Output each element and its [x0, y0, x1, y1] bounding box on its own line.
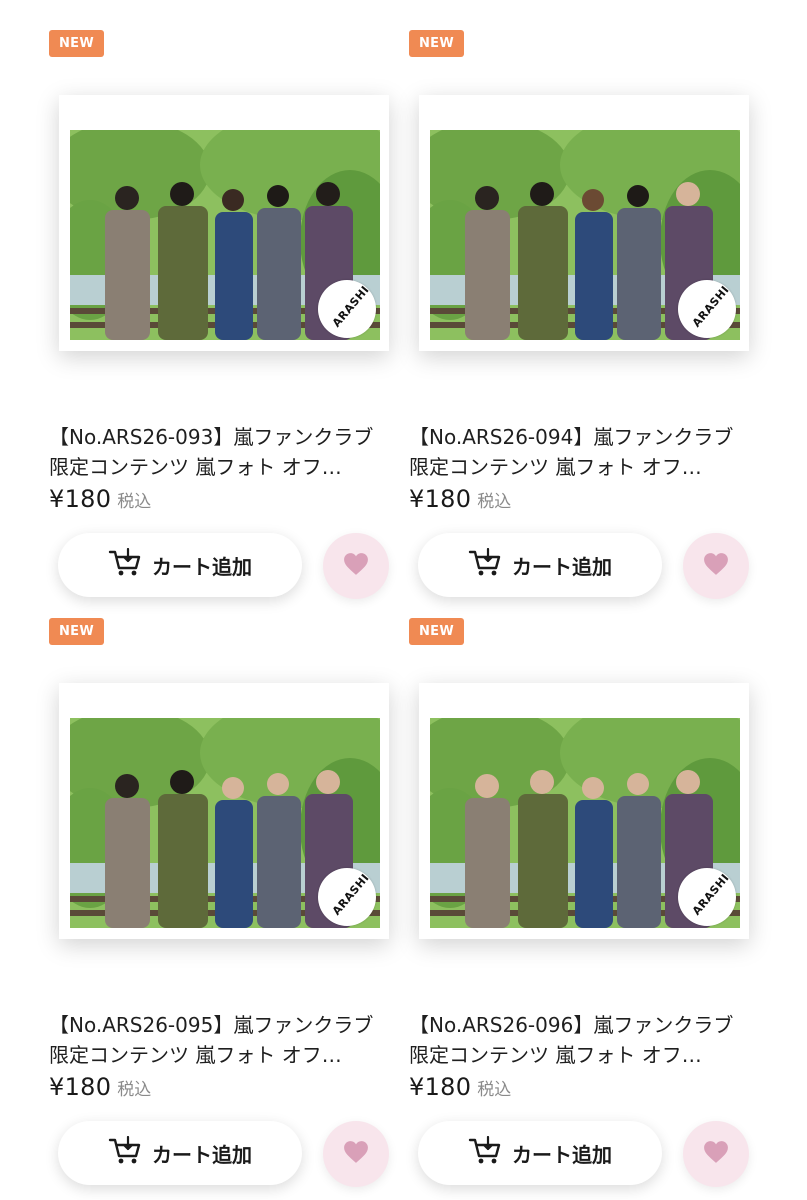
product-photo-frame[interactable]: ARASHI — [59, 683, 389, 939]
add-to-cart-button[interactable]: カート追加 — [58, 533, 302, 597]
cart-button-label: カート追加 — [512, 554, 612, 579]
cart-add-icon — [468, 1135, 502, 1170]
add-to-cart-button[interactable]: カート追加 — [58, 1121, 302, 1185]
price: ¥180 — [409, 1073, 472, 1101]
product-card[interactable]: NEW — [49, 618, 389, 1200]
price-row: ¥180 税込 — [409, 1073, 511, 1107]
product-photo-frame[interactable]: ARASHI — [419, 683, 749, 939]
favorite-button[interactable] — [683, 533, 749, 599]
product-title[interactable]: 【No.ARS26-094】嵐ファンクラブ限定コンテンツ 嵐フォト オフ… — [409, 422, 749, 482]
price: ¥180 — [49, 485, 112, 513]
new-badge: NEW — [409, 618, 464, 645]
price-row: ¥180 税込 — [49, 485, 151, 519]
product-card[interactable]: NEW — [49, 30, 389, 618]
tax-label: 税込 — [117, 1080, 152, 1100]
heart-icon — [343, 552, 369, 580]
product-grid: NEW ARASHI 【No.ARS26-093】嵐ファンクラブ限定コンテンツ … — [0, 0, 807, 1200]
new-badge: NEW — [49, 618, 104, 645]
product-title[interactable]: 【No.ARS26-096】嵐ファンクラブ限定コンテンツ 嵐フォト オフ… — [409, 1010, 749, 1070]
cart-button-label: カート追加 — [152, 554, 252, 579]
add-to-cart-button[interactable]: カート追加 — [418, 1121, 662, 1185]
product-title[interactable]: 【No.ARS26-093】嵐ファンクラブ限定コンテンツ 嵐フォト オフ… — [49, 422, 389, 482]
arashi-logo-seal: ARASHI — [678, 868, 736, 926]
price-row: ¥180 税込 — [49, 1073, 151, 1107]
favorite-button[interactable] — [323, 1121, 389, 1187]
cart-add-icon — [468, 547, 502, 582]
product-title[interactable]: 【No.ARS26-095】嵐ファンクラブ限定コンテンツ 嵐フォト オフ… — [49, 1010, 389, 1070]
price-row: ¥180 税込 — [409, 485, 511, 519]
product-photo: ARASHI — [70, 718, 380, 928]
favorite-button[interactable] — [323, 533, 389, 599]
product-card[interactable]: NEW — [409, 618, 749, 1200]
cart-add-icon — [108, 1135, 142, 1170]
cart-add-icon — [108, 547, 142, 582]
product-photo: ARASHI — [70, 130, 380, 340]
heart-icon — [703, 552, 729, 580]
product-photo-frame[interactable]: ARASHI — [419, 95, 749, 351]
heart-icon — [343, 1140, 369, 1168]
add-to-cart-button[interactable]: カート追加 — [418, 533, 662, 597]
tax-label: 税込 — [117, 492, 152, 512]
arashi-logo-seal: ARASHI — [678, 280, 736, 338]
arashi-logo-seal: ARASHI — [318, 280, 376, 338]
price: ¥180 — [409, 485, 472, 513]
product-photo-frame[interactable]: ARASHI — [59, 95, 389, 351]
new-badge: NEW — [49, 30, 104, 57]
cart-button-label: カート追加 — [512, 1142, 612, 1167]
heart-icon — [703, 1140, 729, 1168]
price: ¥180 — [49, 1073, 112, 1101]
tax-label: 税込 — [477, 492, 512, 512]
tax-label: 税込 — [477, 1080, 512, 1100]
product-card[interactable]: NEW — [409, 30, 749, 618]
cart-button-label: カート追加 — [152, 1142, 252, 1167]
arashi-logo-seal: ARASHI — [318, 868, 376, 926]
product-photo: ARASHI — [430, 130, 740, 340]
product-photo: ARASHI — [430, 718, 740, 928]
favorite-button[interactable] — [683, 1121, 749, 1187]
new-badge: NEW — [409, 30, 464, 57]
